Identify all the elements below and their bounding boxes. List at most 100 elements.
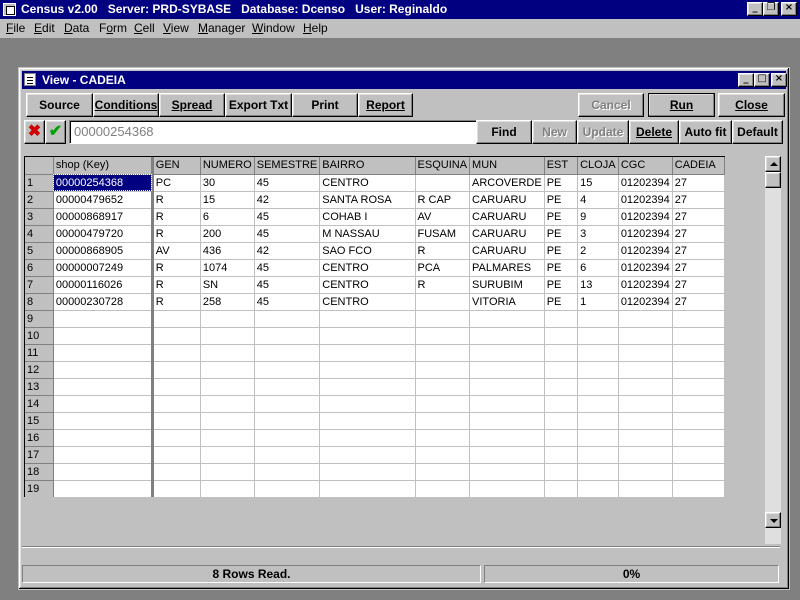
grid-cell[interactable]: 42 bbox=[254, 191, 321, 209]
grid-cell[interactable] bbox=[200, 395, 255, 413]
grid-cell[interactable]: 4 bbox=[577, 191, 619, 209]
grid-cell[interactable]: 1 bbox=[577, 293, 619, 311]
grid-cell[interactable] bbox=[200, 412, 255, 430]
grid-cell[interactable]: R bbox=[152, 225, 201, 243]
grid-cell[interactable]: PC bbox=[152, 174, 201, 192]
table-row[interactable]: 9 bbox=[25, 310, 725, 328]
grid-cell[interactable] bbox=[577, 395, 619, 413]
grid-cell[interactable]: 3 bbox=[577, 225, 619, 243]
grid-cell[interactable] bbox=[254, 412, 321, 430]
grid-cell[interactable] bbox=[319, 480, 416, 497]
grid-cell[interactable]: R bbox=[152, 259, 201, 277]
grid-cell[interactable]: 27 bbox=[672, 225, 725, 243]
grid-cell[interactable] bbox=[53, 412, 154, 430]
grid-cell[interactable]: PE bbox=[544, 191, 579, 209]
grid-cell[interactable] bbox=[415, 174, 471, 192]
grid-cell[interactable] bbox=[415, 293, 471, 311]
print-button[interactable]: Print bbox=[292, 93, 358, 117]
grid-cell[interactable] bbox=[415, 344, 471, 362]
row-number[interactable]: 18 bbox=[25, 463, 54, 481]
grid-cell[interactable]: 6 bbox=[200, 208, 255, 226]
data-grid[interactable]: shop (Key) GEN NUMERO SEMESTRE BAIRRO ESQUINA… bbox=[24, 156, 725, 497]
grid-cell[interactable]: PE bbox=[544, 276, 579, 294]
grid-cell[interactable]: 01202394 bbox=[618, 174, 673, 192]
grid-cell[interactable] bbox=[577, 480, 619, 497]
grid-cell[interactable]: 27 bbox=[672, 242, 725, 260]
grid-cell[interactable] bbox=[618, 480, 673, 497]
grid-cell[interactable] bbox=[53, 310, 154, 328]
grid-cell[interactable]: CARUARU bbox=[469, 242, 545, 260]
row-number[interactable]: 6 bbox=[25, 259, 54, 277]
row-number[interactable]: 19 bbox=[25, 480, 54, 497]
grid-cell[interactable] bbox=[618, 378, 673, 396]
grid-cell[interactable] bbox=[618, 327, 673, 345]
row-number[interactable]: 13 bbox=[25, 378, 54, 396]
scroll-down-button[interactable] bbox=[765, 512, 781, 528]
grid-cell[interactable] bbox=[53, 429, 154, 447]
grid-cell[interactable] bbox=[415, 480, 471, 497]
grid-cell[interactable] bbox=[415, 429, 471, 447]
grid-cell[interactable] bbox=[544, 480, 579, 497]
grid-cell[interactable]: 01202394 bbox=[618, 208, 673, 226]
grid-cell[interactable] bbox=[200, 378, 255, 396]
new-button[interactable]: New bbox=[532, 120, 577, 144]
table-row[interactable]: 16 bbox=[25, 429, 725, 447]
row-number[interactable]: 15 bbox=[25, 412, 54, 430]
grid-cell[interactable] bbox=[254, 480, 321, 497]
row-number[interactable]: 5 bbox=[25, 242, 54, 260]
grid-cell[interactable]: 27 bbox=[672, 174, 725, 192]
grid-cell[interactable] bbox=[200, 429, 255, 447]
table-row[interactable]: 6 00000007249 R 1074 45 CENTRO PCA PALMARES PE 6 0… bbox=[25, 259, 725, 277]
grid-cell[interactable] bbox=[415, 412, 471, 430]
grid-cell[interactable] bbox=[152, 344, 201, 362]
grid-cell[interactable] bbox=[672, 446, 725, 464]
grid-cell[interactable]: AV bbox=[152, 242, 201, 260]
grid-cell[interactable]: 00000254368 bbox=[53, 174, 154, 192]
grid-cell[interactable]: PCA bbox=[415, 259, 471, 277]
column-header[interactable]: MUN bbox=[469, 157, 545, 175]
grid-cell[interactable] bbox=[254, 344, 321, 362]
key-search-input[interactable]: 00000254368 bbox=[69, 120, 520, 144]
grid-cell[interactable]: VITORIA bbox=[469, 293, 545, 311]
report-button[interactable]: Report bbox=[358, 93, 413, 117]
grid-cell[interactable] bbox=[200, 361, 255, 379]
column-header[interactable]: BAIRRO bbox=[319, 157, 416, 175]
source-button[interactable]: Source bbox=[26, 93, 93, 117]
grid-cell[interactable] bbox=[254, 463, 321, 481]
grid-cell[interactable] bbox=[577, 446, 619, 464]
grid-cell[interactable] bbox=[577, 463, 619, 481]
close-view-button[interactable]: Close bbox=[718, 93, 785, 117]
grid-cell[interactable]: 200 bbox=[200, 225, 255, 243]
column-header[interactable]: GEN bbox=[152, 157, 201, 175]
grid-cell[interactable] bbox=[544, 412, 579, 430]
table-row[interactable]: 4 00000479720 R 200 45 M NASSAU FUSAM CARUARU PE… bbox=[25, 225, 725, 243]
grid-cell[interactable] bbox=[53, 344, 154, 362]
grid-cell[interactable] bbox=[319, 327, 416, 345]
grid-cell[interactable]: PE bbox=[544, 242, 579, 260]
column-header[interactable]: shop (Key) bbox=[53, 157, 154, 175]
table-row[interactable]: 15 bbox=[25, 412, 725, 430]
grid-cell[interactable]: SANTA ROSA bbox=[319, 191, 416, 209]
grid-cell[interactable] bbox=[319, 412, 416, 430]
grid-cell[interactable] bbox=[618, 429, 673, 447]
grid-cell[interactable]: R bbox=[415, 276, 471, 294]
grid-cell[interactable]: 15 bbox=[200, 191, 255, 209]
grid-cell[interactable] bbox=[544, 429, 579, 447]
grid-cell[interactable] bbox=[415, 327, 471, 345]
row-number[interactable]: 1 bbox=[25, 174, 54, 192]
grid-cell[interactable] bbox=[672, 344, 725, 362]
minimize-button[interactable]: _ bbox=[747, 2, 763, 16]
check-icon[interactable]: ✔ bbox=[45, 120, 66, 144]
grid-cell[interactable]: 27 bbox=[672, 208, 725, 226]
grid-cell[interactable]: R bbox=[415, 242, 471, 260]
table-row[interactable]: 12 bbox=[25, 361, 725, 379]
grid-cell[interactable]: 42 bbox=[254, 242, 321, 260]
table-row[interactable]: 19 bbox=[25, 480, 725, 497]
child-close-button[interactable]: × bbox=[771, 73, 787, 87]
grid-cell[interactable] bbox=[152, 463, 201, 481]
grid-cell[interactable] bbox=[254, 378, 321, 396]
menu-window[interactable]: Window bbox=[252, 21, 295, 35]
grid-cell[interactable] bbox=[577, 378, 619, 396]
grid-cell[interactable] bbox=[672, 361, 725, 379]
close-button[interactable]: × bbox=[781, 2, 797, 16]
